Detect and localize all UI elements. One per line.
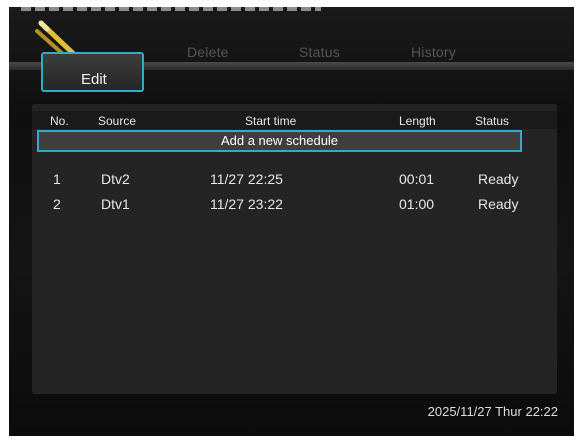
column-header-status: Status — [475, 114, 510, 128]
column-header-length: Length — [399, 114, 436, 128]
table-row[interactable]: 2 Dtv1 11/27 23:22 01:00 Ready — [37, 192, 522, 214]
table-row[interactable]: 1 Dtv2 11/27 22:25 00:01 Ready — [37, 167, 522, 189]
table-header: No. Source Start time Length Status — [32, 111, 557, 129]
row-number: 2 — [53, 196, 61, 212]
row-source: Dtv2 — [101, 171, 130, 187]
column-header-source: Source — [98, 114, 137, 128]
column-header-start-time: Start time — [245, 114, 297, 128]
tab-edit-label: Edit — [81, 71, 107, 88]
tab-delete[interactable]: Delete — [187, 44, 229, 60]
tab-status[interactable]: Status — [299, 44, 340, 60]
tab-edit[interactable]: Edit — [41, 52, 144, 92]
schedule-panel: No. Source Start time Length Status Add … — [32, 104, 557, 394]
row-length: 00:01 — [399, 171, 435, 187]
row-start-time: 11/27 22:25 — [210, 171, 283, 187]
row-status: Ready — [478, 196, 519, 212]
top-decoration — [21, 7, 321, 11]
row-length: 01:00 — [399, 196, 435, 212]
row-status: Ready — [478, 171, 519, 187]
column-header-no: No. — [50, 114, 69, 128]
row-source: Dtv1 — [101, 196, 130, 212]
tab-history[interactable]: History — [411, 44, 456, 60]
scheduler-screen: Delete Status History Edit No. Source St… — [9, 7, 574, 436]
row-start-time: 11/27 23:22 — [210, 196, 283, 212]
clock-display: 2025/11/27 Thur 22:22 — [427, 404, 558, 419]
row-number: 1 — [53, 171, 61, 187]
add-new-schedule-row[interactable]: Add a new schedule — [37, 130, 522, 152]
